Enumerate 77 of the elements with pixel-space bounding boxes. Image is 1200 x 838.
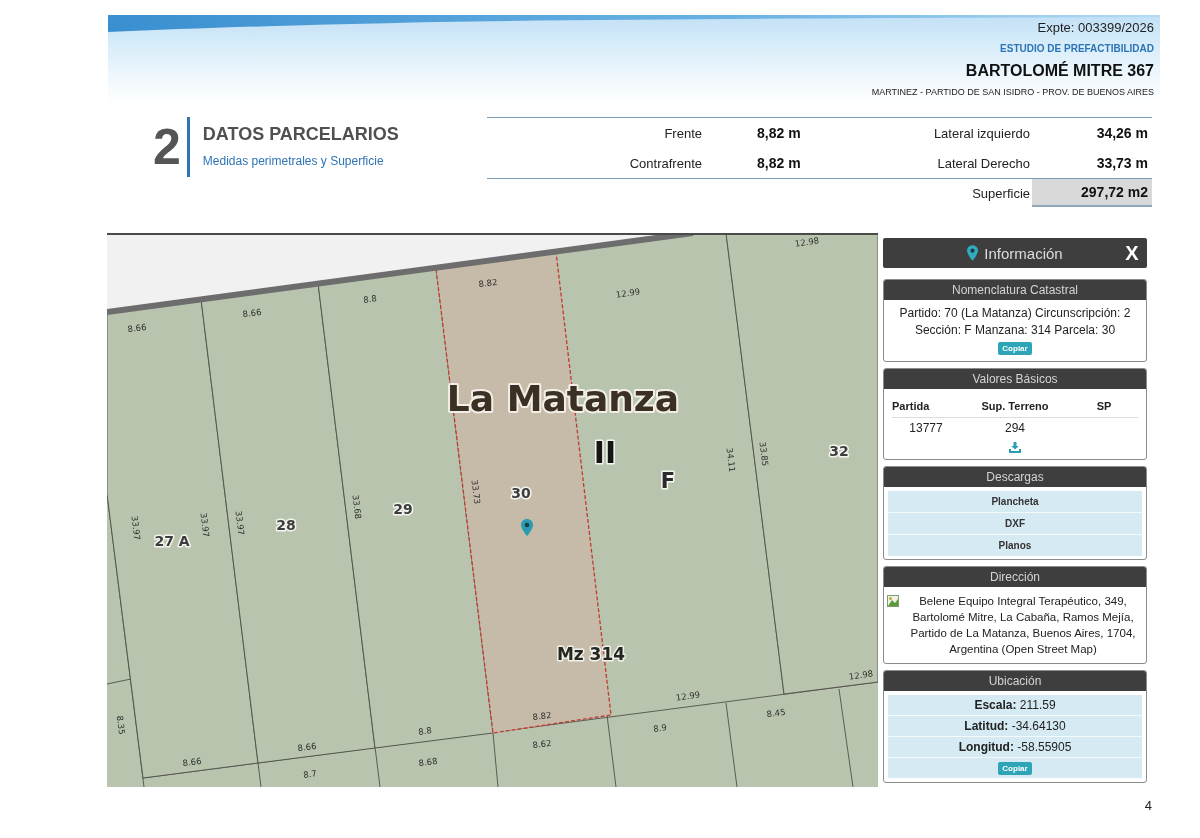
cadastral-text: Partido: 70 (La Matanza) Circunscripción: 2 Sección: F Manzana: 314 Parcela: 30 (898, 305, 1132, 339)
parcel-number: 30 (511, 485, 531, 501)
dimension-label: 33.97 (129, 515, 143, 541)
card-header: Valores Básicos (884, 369, 1146, 389)
dimension-label: 33.97 (233, 510, 247, 536)
parcel-number: 28 (276, 517, 296, 533)
location-pin-icon (967, 245, 979, 261)
page-number: 4 (1144, 798, 1152, 814)
dimension-label: 33.73 (469, 479, 483, 505)
dimension-label: 8.82 (477, 276, 499, 290)
section-title: DATOS PARCELARIOS (202, 123, 399, 145)
download-link[interactable]: Plancheta (991, 496, 1039, 507)
property-address: BARTOLOMÉ MITRE 367 (965, 60, 1154, 81)
dimension-label: 33.97 (198, 512, 212, 538)
dimension-label: 33.68 (350, 494, 364, 520)
download-link[interactable]: DXF (1005, 518, 1025, 529)
parcel-number: 32 (829, 443, 849, 459)
dimension-label: 8.8 (362, 293, 378, 305)
measurement-value: 8,82 m (757, 155, 801, 171)
locality-label: La Matanza (446, 377, 680, 419)
panel-title: Información (984, 244, 1063, 262)
dimension-label: 8.7 (302, 768, 318, 780)
picture-icon (887, 595, 899, 607)
dimension-label: 8.68 (417, 755, 439, 769)
table-cell: 13777 (909, 421, 943, 435)
measurement-value: 34,26 m (1096, 125, 1148, 141)
dimension-label: 8.82 (531, 709, 553, 723)
card-header: Dirección (884, 567, 1146, 587)
column-header: Sup. Terreno (981, 400, 1049, 412)
dimension-label: 8.66 (181, 755, 203, 769)
property-location: MARTINEZ - PARTIDO DE SAN ISIDRO - PROV. DE BUENOS AIRES (871, 86, 1154, 98)
table-cell: 294 (1005, 421, 1025, 435)
dimension-label: 33.85 (757, 441, 771, 467)
close-button[interactable]: X (1125, 242, 1139, 264)
dimension-label: 12.98 (848, 668, 874, 682)
dimension-label: 12.98 (794, 235, 820, 249)
card-header: Nomenclatura Catastral (884, 280, 1146, 300)
dimension-label: 8.66 (296, 740, 318, 754)
download-icon[interactable] (1009, 441, 1021, 453)
dimension-label: 8.66 (241, 306, 263, 320)
measurement-value: 33,73 m (1096, 155, 1148, 171)
measurement-value: 8,82 m (757, 125, 801, 141)
dimension-label: 12.99 (675, 689, 701, 703)
dimension-label: 8.9 (652, 722, 668, 734)
card-header: Descargas (884, 467, 1146, 487)
dimension-label: 12.99 (615, 286, 641, 300)
parcel-number: 27 A (154, 533, 190, 549)
location-detail: Latitud: -34.64130 (964, 719, 1066, 733)
address-text: Belene Equipo Integral Terapéutico, 349, Bartolomé Mitre, La Cabaña, Ramos Mejía, Partido de La Matanza, Buenos Aires, 1704, Argentina (Open Street Map) (909, 594, 1137, 657)
area-label: Superficie (972, 185, 1030, 201)
measurement-label: Contrafrente (629, 156, 702, 171)
dimension-label: 8.66 (126, 321, 148, 335)
dimension-label: 8.45 (765, 706, 787, 720)
file-number: Expte: 003399/2026 (1037, 19, 1154, 37)
measurement-label: Lateral izquierdo (933, 126, 1030, 141)
study-title: ESTUDIO DE PREFACTIBILIDAD (1000, 42, 1154, 56)
area-value: 297,72 m2 (1032, 179, 1152, 207)
accent-bar (186, 117, 190, 177)
section-number: 2 (153, 118, 181, 177)
measurement-label: Lateral Derecho (937, 156, 1030, 171)
section-subtitle: Medidas perimetrales y Superficie (202, 153, 384, 169)
dimension-label: 34.11 (724, 447, 738, 473)
section-label: II (593, 434, 617, 470)
location-detail: Escala: 211.59 (974, 698, 1056, 712)
location-pin-icon (521, 519, 533, 536)
card-header: Ubicación (884, 671, 1146, 691)
parcel-number: 29 (393, 501, 413, 517)
column-header: SP (1096, 400, 1112, 412)
download-link[interactable]: Planos (998, 540, 1032, 551)
measurement-label: Frente (664, 126, 702, 141)
location-detail: Longitud: -58.55905 (958, 740, 1072, 754)
section-label: F (660, 469, 676, 493)
dimension-label: 8.8 (417, 725, 433, 737)
block-label: Mz 314 (556, 644, 626, 664)
dimension-label: 8.35 (114, 715, 128, 735)
column-header: Partida (892, 400, 930, 412)
dimension-label: 8.62 (531, 737, 553, 751)
